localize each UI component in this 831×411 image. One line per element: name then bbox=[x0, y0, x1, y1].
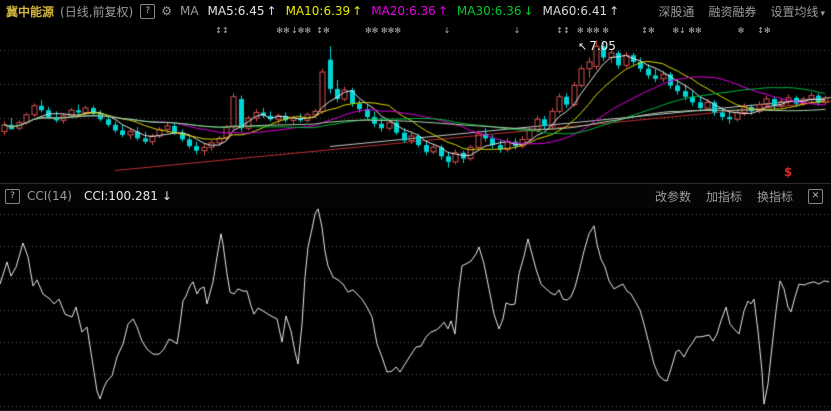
change-params-button[interactable]: 改参数 bbox=[655, 188, 691, 205]
ma-legend-item: MA60:6.41 ↑ bbox=[542, 4, 620, 18]
add-indicator-button[interactable]: 加指标 bbox=[706, 188, 742, 205]
close-icon[interactable]: ✕ bbox=[808, 188, 823, 204]
cci-pane bbox=[0, 208, 831, 411]
event-marker[interactable]: ↕↕ bbox=[215, 26, 228, 35]
arrow-down-icon: ↓ bbox=[161, 189, 172, 203]
event-marker[interactable]: ↕✻ bbox=[641, 26, 654, 35]
event-marker[interactable]: ✻ ✻✻ ✻ bbox=[577, 26, 609, 35]
ma-legend-item: MA30:6.36 ↓ bbox=[456, 4, 534, 18]
period-label[interactable]: (日线,前复权) bbox=[60, 3, 133, 20]
help-icon[interactable]: ? bbox=[140, 3, 156, 19]
event-marker[interactable]: ✻↓ ✻✻ bbox=[672, 26, 701, 35]
arrow-up-icon: ↑ bbox=[437, 4, 448, 18]
ma-prefix-label: MA bbox=[179, 4, 199, 18]
gear-icon[interactable]: ⚙ bbox=[161, 4, 172, 18]
link-hk-connect[interactable]: 深股通 bbox=[658, 3, 694, 20]
event-marker[interactable]: ✻✻ bbox=[276, 26, 289, 35]
high-price-label: 7.05 bbox=[589, 39, 616, 53]
indicator-value: CCI:100.281 bbox=[83, 189, 158, 203]
high-price-annotation: ↖ 7.05 bbox=[578, 39, 616, 53]
indicator-header: ? CCI(14) CCI:100.281 ↓ 改参数 加指标 换指标 ✕ bbox=[0, 183, 831, 208]
event-marker[interactable]: ✻ bbox=[738, 26, 745, 35]
indicator-name[interactable]: CCI(14) bbox=[27, 189, 72, 203]
arrow-up-icon: ↑ bbox=[352, 4, 363, 18]
ma-legend-item: MA5:6.45 ↑ bbox=[207, 4, 277, 18]
candlestick-pane: ↕↕ ✻✻ ↓✻✻ ↕✻ ✻✻ ✻✻✻ ↓ ↓ ↕↕ ✻ ✻✻ ✻ ↕✻ ✻↓ ✻✻ ✻ ↕✻ ↖ 7.0… bbox=[0, 22, 831, 183]
event-marker[interactable]: ↓ bbox=[444, 26, 451, 35]
switch-indicator-button[interactable]: 换指标 bbox=[757, 188, 793, 205]
indicator-help-icon[interactable]: ? bbox=[5, 188, 20, 204]
ma-legend-item: MA20:6.36 ↑ bbox=[371, 4, 448, 18]
event-markers-layer: ↕↕ ✻✻ ↓✻✻ ↕✻ ✻✻ ✻✻✻ ↓ ↓ ↕↕ ✻ ✻✻ ✻ ↕✻ ✻↓ ✻✻ ✻ ↕✻ bbox=[0, 22, 831, 38]
event-marker[interactable]: ↓✻✻ bbox=[291, 26, 311, 35]
event-marker[interactable]: ↕✻ bbox=[757, 26, 770, 35]
event-marker[interactable]: ✻✻ ✻✻✻ bbox=[365, 26, 401, 35]
arrow-down-icon: ↓ bbox=[523, 4, 534, 18]
event-marker[interactable]: ↓ bbox=[514, 26, 521, 35]
ma-settings-button[interactable]: 设置均线 ▾ bbox=[770, 3, 825, 20]
arrow-up-icon: ↑ bbox=[266, 4, 277, 18]
ma-legend-item: MA10:6.39 ↑ bbox=[285, 4, 363, 18]
chevron-down-icon: ▾ bbox=[820, 8, 825, 19]
event-marker[interactable]: ↕↕ bbox=[556, 26, 569, 35]
trading-app-window: 冀中能源 (日线,前复权) ? ⚙ MA MA5:6.45 ↑ MA10:6.39 ↑… bbox=[0, 0, 831, 411]
ma-legend: MA5:6.45 ↑ MA10:6.39 ↑ MA20:6.36 ↑ MA30:6.36 ↓ M… bbox=[199, 4, 620, 18]
margin-trading-icon: $ bbox=[784, 165, 793, 179]
arrow-up-left-icon: ↖ bbox=[578, 40, 588, 53]
cci-chart[interactable] bbox=[0, 208, 831, 411]
arrow-up-icon: ↑ bbox=[609, 4, 620, 18]
stock-title: 冀中能源 bbox=[6, 4, 55, 19]
candlestick-chart[interactable] bbox=[0, 22, 831, 183]
chart-toolbar: 冀中能源 (日线,前复权) ? ⚙ MA MA5:6.45 ↑ MA10:6.39 ↑… bbox=[0, 0, 831, 22]
event-marker[interactable]: ↕✻ bbox=[316, 26, 329, 35]
link-margin-trading[interactable]: 融资融券 bbox=[708, 3, 756, 20]
